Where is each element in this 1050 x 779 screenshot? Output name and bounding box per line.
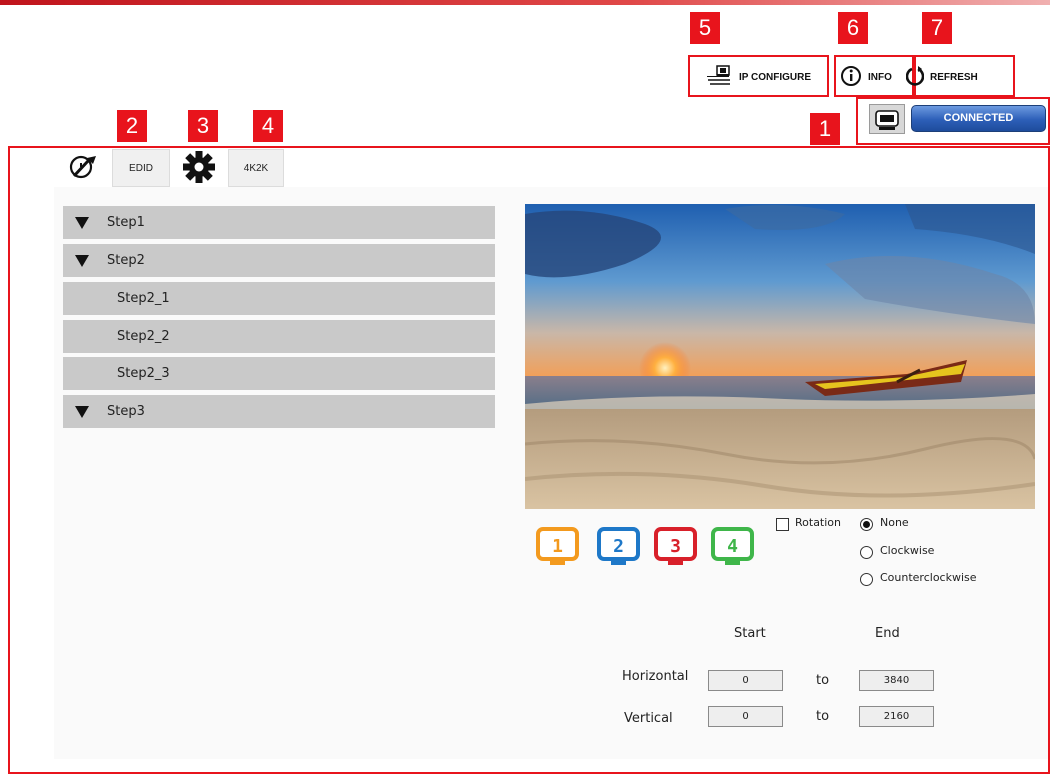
step-row-step1[interactable]: Step1 xyxy=(63,206,495,239)
rotation-label: Rotation xyxy=(795,516,842,529)
tab-bar: EDID 4K2K xyxy=(54,149,284,187)
to-label: to xyxy=(816,709,830,724)
rotation-none-radio[interactable] xyxy=(860,518,873,531)
vertical-end-field[interactable]: 2160 xyxy=(859,706,934,727)
monitor-number: 2 xyxy=(613,536,624,557)
step-label: Step2 xyxy=(107,253,145,268)
monitor-3-icon[interactable]: 3 xyxy=(654,527,697,567)
callout-badge-7: 7 xyxy=(922,12,952,44)
expand-triangle-icon xyxy=(75,254,89,267)
start-header: Start xyxy=(734,626,766,641)
ip-configure-label: IP CONFIGURE xyxy=(739,71,812,83)
step-label: Step2_3 xyxy=(117,366,170,381)
tab-4k2k[interactable]: 4K2K xyxy=(228,149,284,187)
end-header: End xyxy=(875,626,900,641)
monitor-2-icon[interactable]: 2 xyxy=(597,527,640,567)
rotation-clockwise-label: Clockwise xyxy=(880,544,935,557)
expand-triangle-icon xyxy=(75,216,89,229)
tab-tools[interactable] xyxy=(54,149,112,187)
monitor-1-icon[interactable]: 1 xyxy=(536,527,579,567)
info-icon xyxy=(840,65,862,90)
step-row-step2[interactable]: Step2 xyxy=(63,244,495,277)
tab-edid-label: EDID xyxy=(129,162,153,174)
expand-triangle-icon xyxy=(75,405,89,418)
info-label: INFO xyxy=(868,71,892,83)
callout-badge-5: 5 xyxy=(690,12,720,44)
rotation-counterclockwise-label: Counterclockwise xyxy=(880,571,977,584)
usb-device-icon[interactable] xyxy=(869,104,905,134)
connected-status-button[interactable]: CONNECTED xyxy=(911,105,1046,132)
monitor-number: 1 xyxy=(552,536,563,557)
step-row-step2-2[interactable]: Step2_2 xyxy=(63,320,495,353)
step-label: Step1 xyxy=(107,215,145,230)
refresh-button[interactable]: REFRESH xyxy=(905,64,978,90)
wrench-icon xyxy=(66,152,100,185)
step-label: Step2_1 xyxy=(117,291,170,306)
info-button[interactable]: INFO xyxy=(840,64,892,90)
step-row-step2-3[interactable]: Step2_3 xyxy=(63,357,495,390)
step-row-step2-1[interactable]: Step2_1 xyxy=(63,282,495,315)
monitor-number: 4 xyxy=(727,536,738,557)
tab-edid[interactable]: EDID xyxy=(112,149,170,187)
monitor-4-icon[interactable]: 4 xyxy=(711,527,754,567)
vertical-label: Vertical xyxy=(624,711,673,726)
tab-4k2k-label: 4K2K xyxy=(243,162,269,174)
callout-badge-4: 4 xyxy=(253,110,283,142)
step-label: Step2_2 xyxy=(117,329,170,344)
network-config-icon xyxy=(705,64,733,91)
horizontal-label: Horizontal xyxy=(622,669,689,684)
callout-badge-6: 6 xyxy=(838,12,868,44)
vertical-start-field[interactable]: 0 xyxy=(708,706,783,727)
refresh-icon xyxy=(905,65,925,90)
horizontal-start-field[interactable]: 0 xyxy=(708,670,783,691)
rotation-counterclockwise-radio[interactable] xyxy=(860,573,873,586)
ip-configure-button[interactable]: IP CONFIGURE xyxy=(705,64,811,90)
preview-image xyxy=(525,204,1035,509)
tab-settings[interactable] xyxy=(170,149,228,187)
callout-badge-3: 3 xyxy=(188,110,218,142)
step-row-step3[interactable]: Step3 xyxy=(63,395,495,428)
rotation-checkbox[interactable] xyxy=(776,518,789,531)
rotation-none-label: None xyxy=(880,516,909,529)
gear-icon xyxy=(182,150,216,187)
step-label: Step3 xyxy=(107,404,145,419)
callout-badge-2: 2 xyxy=(117,110,147,142)
monitor-number: 3 xyxy=(670,536,681,557)
to-label: to xyxy=(816,673,830,688)
refresh-label: REFRESH xyxy=(930,71,978,83)
rotation-clockwise-radio[interactable] xyxy=(860,546,873,559)
horizontal-end-field[interactable]: 3840 xyxy=(859,670,934,691)
callout-badge-1: 1 xyxy=(810,113,840,145)
top-accent-bar xyxy=(0,0,1050,5)
